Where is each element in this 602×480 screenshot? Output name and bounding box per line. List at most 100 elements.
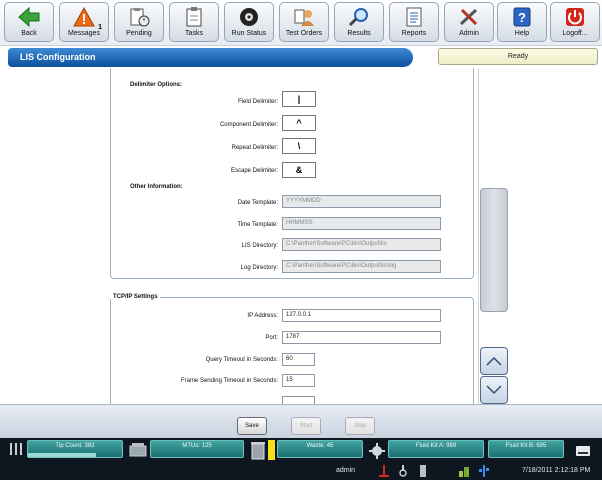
keyboard-icon[interactable]	[575, 444, 591, 456]
next-field-partial[interactable]	[282, 396, 315, 404]
field-delimiter-label: Field Delimiter:	[237, 99, 278, 105]
action-bar: Save Start Stop	[0, 404, 602, 438]
pending-label: Pending	[126, 30, 152, 37]
back-label: Back	[21, 30, 37, 37]
rack-icon	[128, 440, 148, 460]
results-label: Results	[347, 30, 371, 37]
test-orders-label: Test Orders	[285, 30, 323, 37]
lis-directory-label: LIS Directory:	[241, 243, 278, 249]
messages-badge: 1	[98, 24, 102, 31]
stop-button[interactable]: Stop	[345, 417, 375, 435]
network-icon	[458, 464, 470, 478]
query-timeout-label: Query Timeout in Seconds:	[205, 357, 278, 363]
lis-directory-field[interactable]: C:\Panther\Software\PC\bin\Output\lis	[282, 238, 441, 251]
current-user: admin	[336, 467, 356, 474]
date-template-field[interactable]: YYYYMMDD	[282, 195, 441, 208]
instrument-status-footer: Tip Count: 382 MTUs: 125 Waste: 45 Fluid…	[0, 438, 602, 480]
fluid-kit-b-bar: Fluid Kit B: 695	[488, 440, 564, 458]
grip-icon[interactable]	[9, 442, 23, 456]
settings-content: Delimiter Options: Field Delimiter: | Co…	[0, 68, 478, 404]
ip-address-field[interactable]: 127.0.0.1	[282, 309, 441, 322]
scroll-down-button[interactable]	[480, 376, 508, 404]
user-icon	[293, 6, 315, 28]
fluid-kit-a-label: Fluid Kit A: 989	[415, 443, 457, 449]
frame-timeout-label: Frame Sending Timeout in Seconds:	[180, 378, 278, 384]
admin-button[interactable]: Admin	[444, 2, 494, 42]
logoff-button[interactable]: Logoff...	[550, 2, 600, 42]
tip-count-bar: Tip Count: 382	[27, 440, 123, 458]
time-template-label: Time Template:	[237, 222, 278, 228]
results-button[interactable]: Results	[334, 2, 384, 42]
page-title: LIS Configuration	[8, 48, 413, 67]
field-delimiter-input[interactable]: |	[282, 91, 316, 107]
clipboard-clock-icon	[128, 6, 150, 28]
scroll-thumb[interactable]	[480, 188, 508, 312]
help-button[interactable]: ? Help	[497, 2, 547, 42]
trash-icon	[250, 440, 266, 460]
waste-label: Waste: 45	[306, 443, 334, 449]
test-orders-button[interactable]: Test Orders	[279, 2, 329, 42]
temperature-icon	[397, 464, 409, 478]
mtus-label: MTUs: 125	[182, 443, 212, 449]
lis-configuration-screen: Back 1 Messages Pending Tasks Run Status…	[0, 0, 602, 480]
waste-bar: Waste: 45	[277, 440, 363, 458]
document-icon	[403, 6, 425, 28]
device-icon	[418, 464, 428, 478]
tools-icon	[458, 6, 480, 28]
scroll-up-button[interactable]	[480, 347, 508, 375]
lis-status-icon	[378, 464, 390, 478]
usb-icon	[478, 464, 490, 478]
ip-address-label: IP Address:	[247, 313, 278, 319]
delimiter-options-heading: Delimiter Options:	[130, 82, 183, 88]
admin-label: Admin	[459, 30, 479, 37]
help-label: Help	[514, 30, 530, 37]
warning-icon	[73, 6, 95, 28]
start-button[interactable]: Start	[291, 417, 321, 435]
fluid-kit-a-bar: Fluid Kit A: 989	[388, 440, 484, 458]
clipboard-icon	[183, 6, 205, 28]
arrow-left-icon	[18, 6, 40, 28]
mtus-bar: MTUs: 125	[150, 440, 244, 458]
messages-button[interactable]: 1 Messages	[59, 2, 109, 42]
chevron-up-icon	[486, 356, 502, 366]
repeat-delimiter-label: Repeat Delimiter:	[231, 145, 278, 151]
log-directory-field[interactable]: C:\Panther\Software\PC\bin\Output\lis\lo…	[282, 260, 441, 273]
pending-button[interactable]: Pending	[114, 2, 164, 42]
status-indicator: Ready	[438, 48, 598, 65]
question-icon: ?	[511, 6, 533, 28]
port-label: Port:	[265, 335, 278, 341]
disc-icon	[238, 6, 260, 28]
query-timeout-field[interactable]: 60	[282, 353, 315, 366]
magnifier-icon	[348, 6, 370, 28]
tasks-label: Tasks	[185, 30, 203, 37]
power-icon	[564, 6, 586, 28]
escape-delimiter-label: Escape Delimiter:	[230, 168, 278, 174]
log-directory-label: Log Directory:	[240, 265, 278, 271]
time-template-field[interactable]: HHMMSS	[282, 217, 441, 230]
fluid-pump-icon	[368, 442, 386, 460]
date-time: 7/18/2011 2:12:18 PM	[522, 467, 591, 474]
escape-delimiter-input[interactable]: &	[282, 162, 316, 178]
repeat-delimiter-input[interactable]: \	[282, 138, 316, 154]
tip-count-label: Tip Count: 382	[55, 443, 95, 449]
component-delimiter-label: Component Delimiter:	[219, 122, 278, 128]
save-button[interactable]: Save	[237, 417, 267, 435]
tasks-button[interactable]: Tasks	[169, 2, 219, 42]
main-toolbar: Back 1 Messages Pending Tasks Run Status…	[0, 0, 602, 46]
run-status-label: Run Status	[231, 30, 267, 37]
reports-label: Reports	[401, 30, 427, 37]
fluid-kit-b-label: Fluid Kit B: 695	[505, 443, 547, 449]
run-status-button[interactable]: Run Status	[224, 2, 274, 42]
svg-text:?: ?	[518, 10, 526, 25]
back-button[interactable]: Back	[4, 2, 54, 42]
reports-button[interactable]: Reports	[389, 2, 439, 42]
logoff-label: Logoff...	[562, 30, 588, 37]
other-information-heading: Other Information:	[130, 184, 183, 190]
frame-timeout-field[interactable]: 15	[282, 374, 315, 387]
messages-label: Messages	[68, 30, 100, 37]
tip-count-fill	[28, 453, 96, 457]
chevron-down-icon	[486, 385, 502, 395]
component-delimiter-input[interactable]: ^	[282, 115, 316, 131]
date-template-label: Date Template:	[237, 200, 278, 206]
port-field[interactable]: 1787	[282, 331, 441, 344]
